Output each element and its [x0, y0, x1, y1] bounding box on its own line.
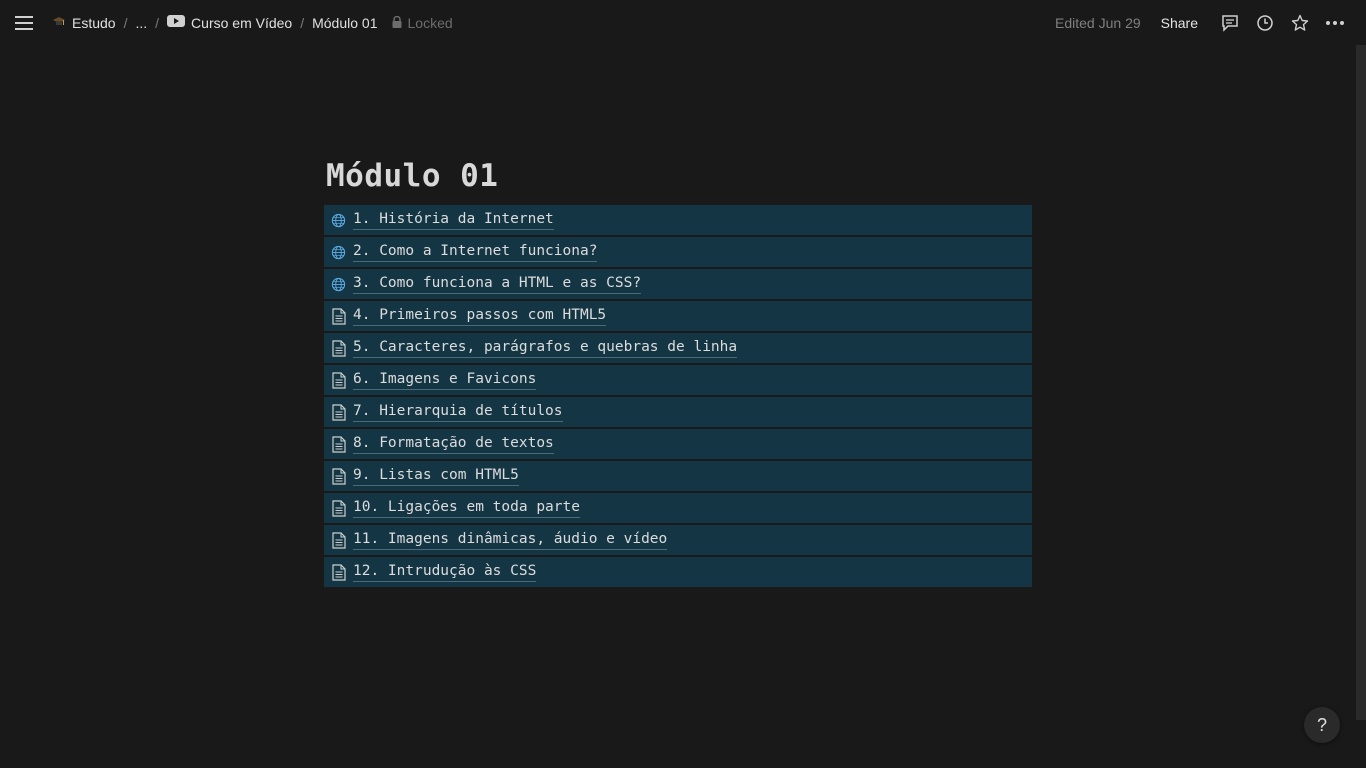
breadcrumb-item-estudo[interactable]: Estudo	[48, 12, 120, 33]
page-icon	[324, 333, 353, 363]
page-link[interactable]: 9. Listas com HTML5	[324, 461, 1032, 491]
globe-icon	[324, 205, 353, 235]
page-link-label: 11. Imagens dinâmicas, áudio e vídeo	[353, 531, 668, 550]
header-tools: Edited Jun 29 Share	[1055, 0, 1352, 45]
top-bar: Estudo / ... / Curso em Vídeo / Módulo 0…	[0, 0, 1366, 45]
page-link[interactable]: 12. Intrudução às CSS	[324, 557, 1032, 587]
page-link[interactable]: 4. Primeiros passos com HTML5	[324, 301, 1032, 331]
page-link[interactable]: 1. História da Internet	[324, 205, 1032, 235]
breadcrumb-label: Curso em Vídeo	[191, 14, 293, 31]
page-link-label: 6. Imagens e Favicons	[353, 371, 537, 390]
share-button[interactable]: Share	[1161, 15, 1198, 31]
page-icon	[324, 557, 353, 587]
page-icon	[324, 397, 353, 427]
globe-icon	[324, 237, 353, 267]
page-title: Módulo 01	[326, 158, 499, 194]
page-link-label: 8. Formatação de textos	[353, 435, 554, 454]
page-link-label: 4. Primeiros passos com HTML5	[353, 307, 607, 326]
lock-icon	[392, 15, 402, 31]
more-options-icon[interactable]	[1317, 8, 1352, 38]
breadcrumb-item-ellipsis[interactable]: ...	[131, 13, 151, 33]
scrollbar[interactable]	[1356, 45, 1366, 720]
comments-icon[interactable]	[1212, 8, 1247, 38]
page-icon	[324, 365, 353, 395]
page-icon	[324, 429, 353, 459]
locked-label: Locked	[407, 14, 453, 31]
page-link[interactable]: 2. Como a Internet funciona?	[324, 237, 1032, 267]
locked-indicator[interactable]: Locked	[392, 15, 453, 31]
breadcrumb-label: ...	[135, 14, 148, 31]
breadcrumb-separator: /	[155, 14, 160, 31]
page-link-label: 12. Intrudução às CSS	[353, 563, 537, 582]
page-link[interactable]: 8. Formatação de textos	[324, 429, 1032, 459]
page-link[interactable]: 6. Imagens e Favicons	[324, 365, 1032, 395]
page-link[interactable]: 7. Hierarquia de títulos	[324, 397, 1032, 427]
page-link[interactable]: 5. Caracteres, parágrafos e quebras de l…	[324, 333, 1032, 363]
page-link-label: 5. Caracteres, parágrafos e quebras de l…	[353, 339, 738, 358]
graduation-cap-icon	[52, 14, 66, 31]
clock-icon[interactable]	[1247, 8, 1282, 38]
page-link[interactable]: 3. Como funciona a HTML e as CSS?	[324, 269, 1032, 299]
page-icon	[324, 301, 353, 331]
breadcrumb-item-curso-em-video[interactable]: Curso em Vídeo	[163, 12, 296, 33]
help-label: ?	[1316, 714, 1327, 735]
page-link-label: 3. Como funciona a HTML e as CSS?	[353, 275, 642, 294]
page-link-label: 9. Listas com HTML5	[353, 467, 519, 486]
help-button[interactable]: ?	[1304, 707, 1340, 743]
menu-icon[interactable]	[12, 11, 36, 35]
breadcrumb-label: Módulo 01	[312, 14, 378, 31]
page-link[interactable]: 11. Imagens dinâmicas, áudio e vídeo	[324, 525, 1032, 555]
breadcrumb-separator: /	[123, 14, 128, 31]
star-icon[interactable]	[1282, 8, 1317, 38]
page-link-label: 1. História da Internet	[353, 211, 554, 230]
page-link[interactable]: 10. Ligações em toda parte	[324, 493, 1032, 523]
page-link-list: 1. História da Internet 2. Como a Intern…	[324, 205, 1032, 589]
youtube-icon	[167, 14, 186, 31]
page-icon	[324, 461, 353, 491]
breadcrumb: Estudo / ... / Curso em Vídeo / Módulo 0…	[48, 0, 453, 45]
page-link-label: 10. Ligações em toda parte	[353, 499, 580, 518]
globe-icon	[324, 269, 353, 299]
breadcrumb-separator: /	[300, 14, 305, 31]
breadcrumb-label: Estudo	[72, 14, 116, 31]
page-link-label: 2. Como a Internet funciona?	[353, 243, 598, 262]
edited-timestamp: Edited Jun 29	[1055, 14, 1141, 31]
breadcrumb-item-modulo-01[interactable]: Módulo 01	[308, 13, 381, 33]
page-icon	[324, 525, 353, 555]
page-icon	[324, 493, 353, 523]
page-link-label: 7. Hierarquia de títulos	[353, 403, 563, 422]
